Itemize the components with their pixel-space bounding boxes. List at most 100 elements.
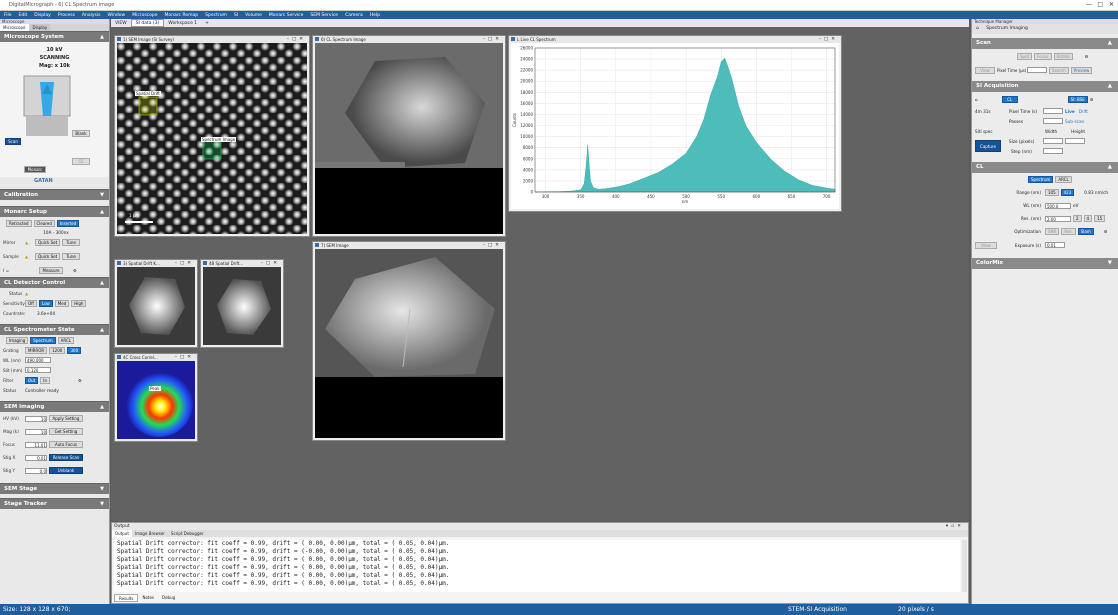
- si-bse-button[interactable]: SI: BSE: [1067, 95, 1088, 103]
- stigy-input[interactable]: 0.0: [25, 467, 47, 474]
- window-controls-icon[interactable]: –□✕: [287, 36, 306, 43]
- tab-notes[interactable]: Notes: [138, 594, 158, 602]
- filter-in-button[interactable]: In: [40, 376, 50, 384]
- cl-spectrum-image[interactable]: [315, 43, 503, 234]
- cl-spectrum-button[interactable]: Spectrum: [1028, 176, 1054, 183]
- scan-pixel-time-input[interactable]: [1027, 67, 1047, 73]
- apply-setting-button[interactable]: Apply Setting: [49, 415, 83, 422]
- cl-spectrum-image-window[interactable]: 6) CL Spectrum Image –□✕: [312, 35, 506, 237]
- cl-arcl-button[interactable]: ARCL: [1055, 176, 1072, 183]
- sample-tune-button[interactable]: Tune: [62, 252, 81, 260]
- spectrum-plot-area[interactable]: 0 2000 4000 6000 8000 10000 12000 14000 16000 180…: [511, 43, 839, 209]
- sample-quick-set-button[interactable]: Quick Set: [35, 252, 61, 260]
- section-cl-detector[interactable]: CL Detector Control ▲: [0, 277, 109, 288]
- close-icon[interactable]: ✕: [1109, 1, 1114, 8]
- grating-1200-button[interactable]: 1200: [49, 346, 66, 354]
- section-sem-imaging[interactable]: SEM Imaging ▲: [0, 401, 109, 412]
- sem-image[interactable]: [315, 249, 503, 438]
- spot-button[interactable]: Spot: [1017, 52, 1033, 60]
- window-controls-icon[interactable]: –□✕: [175, 354, 194, 361]
- section-calibration[interactable]: Calibration ▼: [0, 189, 109, 200]
- pixel-time-input[interactable]: [1043, 108, 1063, 114]
- get-setting-button[interactable]: Get Setting: [49, 428, 83, 435]
- cl-view-button[interactable]: View: [975, 241, 997, 249]
- scan-view-button[interactable]: View: [975, 66, 995, 74]
- section-microscope-system[interactable]: Microscope System ▲: [0, 31, 109, 42]
- gear-icon[interactable]: ⚙: [78, 378, 82, 383]
- spectrum-button[interactable]: Spectrum: [30, 336, 56, 344]
- hv-input[interactable]: 10: [25, 415, 47, 422]
- menu-item-7[interactable]: Monarc Remap: [165, 13, 199, 18]
- capture-button[interactable]: Capture: [975, 140, 1001, 152]
- sem-image-window[interactable]: 7) SEM Image –□✕: [312, 241, 506, 441]
- range-low[interactable]: 105: [1045, 189, 1059, 196]
- tab-script-debugger[interactable]: Script Debugger: [168, 530, 207, 537]
- search-button[interactable]: Search: [1049, 66, 1069, 74]
- focus-button[interactable]: Focus: [1034, 52, 1052, 60]
- tab-add[interactable]: +: [201, 21, 213, 26]
- menu-item-4[interactable]: Analysis: [82, 13, 101, 18]
- tab-si-data[interactable]: SI data (3): [130, 19, 165, 27]
- section-cl-spectrometer[interactable]: CL Spectrometer State ▲: [0, 324, 109, 335]
- cl-signal-button[interactable]: CL: [1001, 95, 1018, 103]
- window-controls-icon[interactable]: –□✕: [261, 260, 280, 267]
- rotate-button[interactable]: Rotate: [1053, 52, 1073, 60]
- spatial-drift-image-2[interactable]: [203, 267, 281, 345]
- opt-slam-button[interactable]: Slam: [1077, 228, 1094, 235]
- width-input[interactable]: [1043, 138, 1063, 144]
- minimize-icon[interactable]: —: [1086, 1, 1092, 8]
- retracted-button[interactable]: Retracted: [6, 219, 32, 227]
- tab-output[interactable]: Output: [112, 530, 132, 537]
- res-15-button[interactable]: 15: [1094, 215, 1106, 222]
- section-monarc-setup[interactable]: Monarc Setup ▲: [0, 206, 109, 217]
- tab-debug[interactable]: Debug: [158, 594, 179, 602]
- preview-button[interactable]: Preview: [1070, 66, 1093, 74]
- window-controls-icon[interactable]: –□✕: [483, 36, 502, 43]
- opt-res-button[interactable]: Res.: [1061, 228, 1076, 235]
- output-console[interactable]: Spatial Drift corrector: fit coeff = 0.9…: [114, 540, 960, 592]
- menu-item-1[interactable]: Edit: [19, 13, 28, 18]
- sens-med-button[interactable]: Med: [54, 299, 70, 307]
- res-input[interactable]: 2.00: [1045, 215, 1071, 222]
- spatial-drift-image-1[interactable]: [117, 267, 195, 345]
- tab-display[interactable]: Display: [29, 24, 51, 31]
- settings-icon[interactable]: ⚙: [1085, 54, 1089, 59]
- maximize-icon[interactable]: □: [1097, 1, 1103, 8]
- release-scan-button[interactable]: Release Scan: [49, 454, 83, 461]
- home-icon[interactable]: ⌂: [976, 26, 979, 31]
- cross-correlation-window[interactable]: 4C Cross Correl... –□✕ Peak: [114, 353, 198, 442]
- section-colormix[interactable]: ColorMix ▼: [972, 258, 1118, 269]
- passes-input[interactable]: [1043, 118, 1063, 124]
- section-si-acquisition[interactable]: SI Acquisition ▲: [972, 81, 1118, 92]
- ce-button[interactable]: CE: [72, 158, 90, 165]
- home-icon[interactable]: ⌂: [975, 97, 978, 102]
- menu-item-10[interactable]: Volume: [245, 13, 262, 18]
- section-cl[interactable]: CL ▲: [972, 162, 1118, 173]
- menu-item-14[interactable]: Help: [370, 13, 380, 18]
- survey-image[interactable]: Spatial Drift Spectrum Image 1 µm: [117, 43, 307, 234]
- menu-item-5[interactable]: Window: [107, 13, 125, 18]
- live-cl-spectrum-window[interactable]: L Live CL Spectrum –□✕ 0 2000 4000 6000 8000 1…: [508, 35, 842, 212]
- cl-wl-input[interactable]: 500.0: [1045, 202, 1071, 209]
- slit-input[interactable]: 0.120: [25, 367, 51, 373]
- grating-mirror-button[interactable]: MIRROR: [25, 346, 48, 354]
- focus-input[interactable]: 11.01: [25, 441, 47, 448]
- menu-item-3[interactable]: Process: [58, 13, 75, 18]
- tab-image-browser[interactable]: Image Browser: [132, 530, 168, 537]
- arcl-button[interactable]: ARCL: [57, 336, 74, 344]
- menu-item-11[interactable]: Monarc Service: [269, 13, 304, 18]
- menu-item-12[interactable]: SEM Service: [310, 13, 338, 18]
- menu-item-6[interactable]: Microscope: [132, 13, 157, 18]
- imaging-button[interactable]: Imaging: [6, 336, 29, 344]
- survey-image-window[interactable]: 1) SEM Image (SI Survey) –□✕ Spatial Drif…: [114, 35, 310, 237]
- live-toggle[interactable]: Live: [1065, 109, 1075, 114]
- step-input[interactable]: [1043, 148, 1063, 154]
- spatial-drift-window-2[interactable]: 4B Spatial Drift... –□✕: [200, 259, 284, 348]
- tab-microscope[interactable]: Microscope: [0, 24, 29, 31]
- tab-view[interactable]: VIEW: [111, 21, 131, 26]
- menu-item-13[interactable]: Camera: [345, 13, 363, 18]
- window-controls-icon[interactable]: –□✕: [819, 36, 838, 43]
- cross-correlation-image[interactable]: Peak: [117, 361, 195, 439]
- grating-300-button[interactable]: 300: [67, 346, 82, 354]
- monarc-button[interactable]: Monarc: [24, 166, 46, 173]
